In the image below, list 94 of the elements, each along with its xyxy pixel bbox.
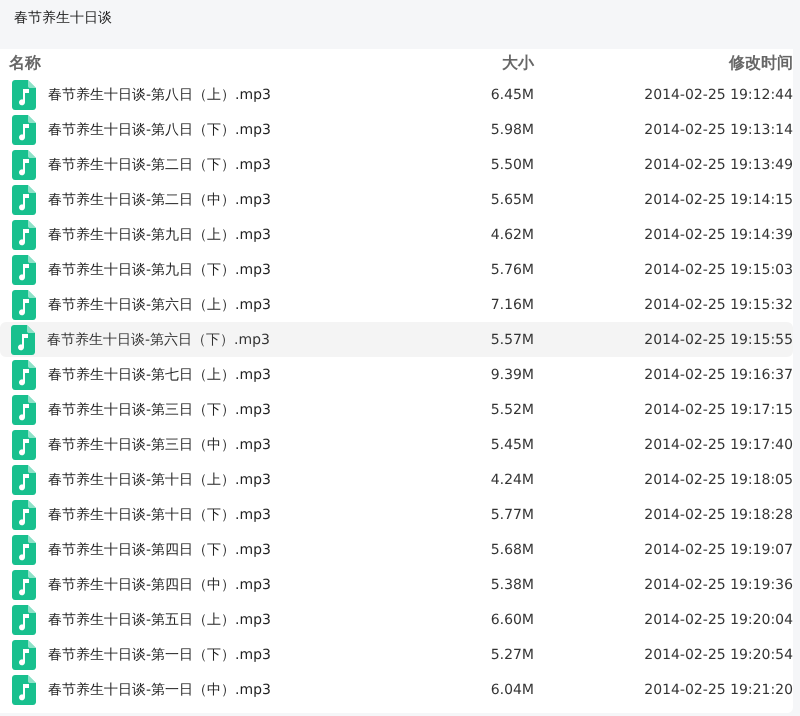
modified-time: 2014-02-25 19:12:44 [643,86,793,102]
file-size: 7.16M [490,296,534,312]
file-row[interactable]: 春节养生十日谈-第七日（上）.mp3 9.39M 2014-02-25 19:16:37 [0,357,793,392]
file-row[interactable]: 春节养生十日谈-第六日（下）.mp3 5.57M 2014-02-25 19:15:55 [0,322,793,357]
modified-time: 2014-02-25 19:17:40 [643,436,793,452]
music-file-icon [12,430,36,460]
file-size: 6.45M [490,86,534,102]
modified-time: 2014-02-25 19:19:36 [643,576,793,592]
file-row[interactable]: 春节养生十日谈-第三日（下）.mp3 5.52M 2014-02-25 19:17:15 [0,392,793,427]
file-size: 5.77M [490,506,534,522]
column-header[interactable]: 大小 [334,52,534,74]
modified-time: 2014-02-25 19:19:07 [643,542,793,558]
file-name: 春节养生十日谈-第六日（下）.mp3 [47,330,270,348]
file-row[interactable]: 春节养生十日谈-第一日（下）.mp3 5.27M 2014-02-25 19:20:54 [0,637,793,672]
file-row[interactable]: 春节养生十日谈-第二日（下）.mp3 5.50M 2014-02-25 19:13:49 [0,147,793,182]
modified-time: 2014-02-25 19:15:32 [643,296,793,312]
music-file-icon [12,394,36,424]
file-name: 春节养生十日谈-第九日（上）.mp3 [48,226,271,244]
file-row[interactable]: 春节养生十日谈-第四日（下）.mp3 5.68M 2014-02-25 19:19:07 [0,532,793,567]
file-size: 9.39M [490,366,534,382]
modified-time: 2014-02-25 19:18:05 [643,472,793,488]
file-row[interactable]: 春节养生十日谈-第九日（下）.mp3 5.76M 2014-02-25 19:15:03 [0,252,793,287]
file-name: 春节养生十日谈-第八日（下）.mp3 [48,120,271,138]
file-name: 春节养生十日谈-第八日（上）.mp3 [48,86,271,104]
music-file-icon [12,604,36,634]
music-file-icon [12,570,36,600]
file-size: 6.60M [490,612,534,628]
file-size: 5.65M [490,192,534,208]
file-size: 5.76M [490,262,534,278]
file-row[interactable]: 春节养生十日谈-第一日（中）.mp3 6.04M 2014-02-25 19:21:20 [0,672,793,707]
music-file-icon [12,220,36,250]
modified-time: 2014-02-25 19:14:15 [643,192,793,208]
file-size: 6.04M [490,682,534,698]
modified-time: 2014-02-25 19:20:54 [643,646,793,662]
music-file-icon [12,674,36,704]
file-name: 春节养生十日谈-第三日（下）.mp3 [48,400,271,418]
file-size: 5.38M [490,576,534,592]
music-file-icon [12,184,36,214]
file-name: 春节养生十日谈-第一日（中）.mp3 [48,680,271,698]
file-name: 春节养生十日谈-第一日（下）.mp3 [48,646,271,664]
file-row[interactable]: 春节养生十日谈-第六日（上）.mp3 7.16M 2014-02-25 19:15:32 [0,287,793,322]
modified-time: 2014-02-25 19:15:55 [643,332,793,348]
modified-time: 2014-02-25 19:17:15 [643,402,793,418]
music-file-icon [12,150,36,180]
music-file-icon [12,360,36,390]
file-size: 4.24M [490,472,534,488]
music-file-icon [12,534,36,564]
music-file-icon [12,254,36,284]
music-file-icon [12,114,36,144]
file-size: 5.50M [490,156,534,172]
file-row[interactable]: 春节养生十日谈-第八日（上）.mp3 6.45M 2014-02-25 19:12:44 [0,77,793,112]
file-row[interactable]: 春节养生十日谈-第十日（下）.mp3 5.77M 2014-02-25 19:18:28 [0,497,793,532]
file-name: 春节养生十日谈-第十日（上）.mp3 [48,470,271,488]
music-file-icon [12,464,36,494]
file-name: 春节养生十日谈-第二日（中）.mp3 [48,190,271,208]
music-file-icon [12,80,36,110]
column-header[interactable]: 名称 [0,52,334,74]
file-size: 5.52M [490,402,534,418]
file-name: 春节养生十日谈-第四日（下）.mp3 [48,540,271,558]
file-name: 春节养生十日谈-第七日（上）.mp3 [48,366,271,384]
music-file-icon [12,640,36,670]
file-size: 5.98M [490,122,534,138]
file-row[interactable]: 春节养生十日谈-第十日（上）.mp3 4.24M 2014-02-25 19:18:05 [0,462,793,497]
file-size: 4.62M [490,226,534,242]
music-file-icon [12,290,36,320]
modified-time: 2014-02-25 19:15:03 [643,262,793,278]
file-name: 春节养生十日谈-第三日（中）.mp3 [48,436,271,454]
modified-time: 2014-02-25 19:18:28 [643,506,793,522]
file-name: 春节养生十日谈-第九日（下）.mp3 [48,260,271,278]
file-name: 春节养生十日谈-第六日（上）.mp3 [48,296,271,314]
file-size: 5.45M [490,436,534,452]
modified-time: 2014-02-25 19:20:04 [643,612,793,628]
file-row[interactable]: 春节养生十日谈-第三日（中）.mp3 5.45M 2014-02-25 19:17:40 [0,427,793,462]
modified-time: 2014-02-25 19:13:49 [643,156,793,172]
file-name: 春节养生十日谈-第五日（上）.mp3 [48,610,271,628]
file-name: 春节养生十日谈-第二日（下）.mp3 [48,156,271,174]
file-name: 春节养生十日谈-第十日（下）.mp3 [48,506,271,524]
music-file-icon [12,500,36,530]
file-row[interactable]: 春节养生十日谈-第四日（中）.mp3 5.38M 2014-02-25 19:19:36 [0,567,793,602]
file-row[interactable]: 春节养生十日谈-第五日（上）.mp3 6.60M 2014-02-25 19:20:04 [0,602,793,637]
file-name: 春节养生十日谈-第四日（中）.mp3 [48,576,271,594]
file-size: 5.57M [490,332,534,348]
modified-time: 2014-02-25 19:16:37 [643,366,793,382]
column-header[interactable]: 修改时间 [534,52,793,74]
file-size: 5.68M [490,542,534,558]
music-file-icon [11,324,35,354]
modified-time: 2014-02-25 19:14:39 [643,226,793,242]
modified-time: 2014-02-25 19:13:14 [643,122,793,138]
file-row[interactable]: 春节养生十日谈-第九日（上）.mp3 4.62M 2014-02-25 19:14:39 [0,217,793,252]
file-row[interactable]: 春节养生十日谈-第八日（下）.mp3 5.98M 2014-02-25 19:13:14 [0,112,793,147]
file-size: 5.27M [490,646,534,662]
modified-time: 2014-02-25 19:21:20 [643,682,793,698]
folder-title: 春节养生十日谈 [13,9,113,28]
file-row[interactable]: 春节养生十日谈-第二日（中）.mp3 5.65M 2014-02-25 19:14:15 [0,182,793,217]
